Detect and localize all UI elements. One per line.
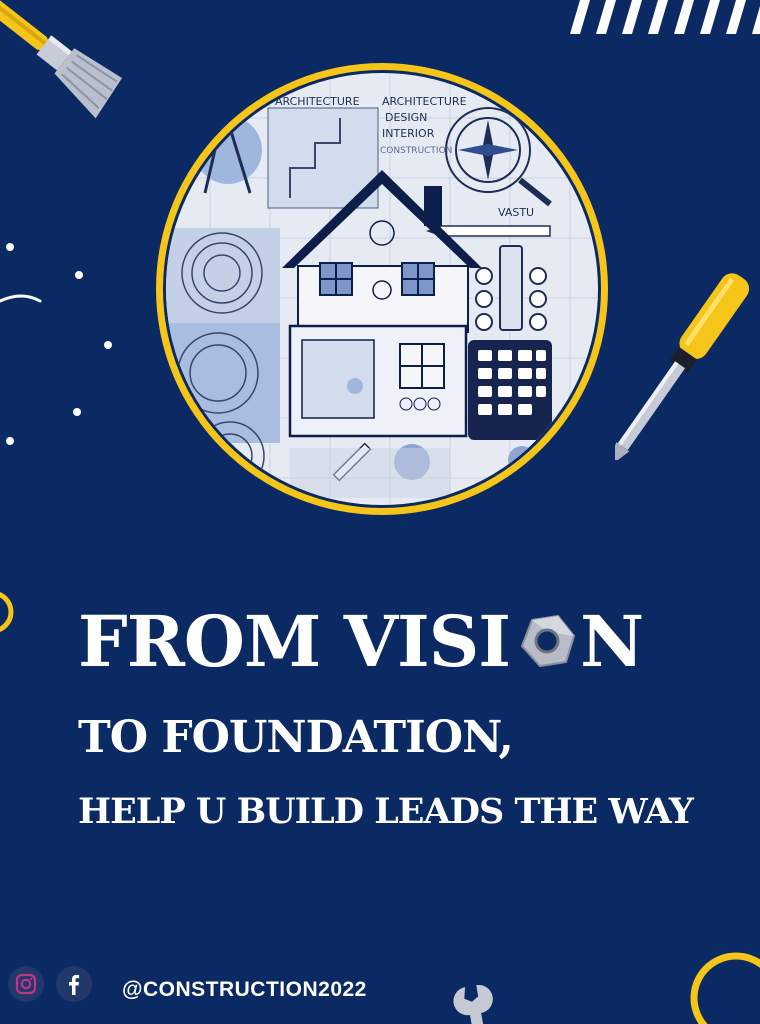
headline-line-1: FROM VISI N (78, 600, 644, 683)
decorative-arc (0, 294, 42, 303)
headline-line-2: TO FOUNDATION, (78, 712, 514, 763)
label-vastu: VASTU (498, 206, 534, 219)
decorative-dot (6, 437, 14, 445)
social-handle: @CONSTRUCTION2022 (122, 978, 367, 1001)
decorative-dot (104, 341, 112, 349)
headline-line-3: HELP U BUILD LEADS THE WAY (78, 791, 694, 832)
wrench-icon (453, 985, 493, 1024)
decorative-ring (0, 592, 14, 632)
label-interior: INTERIOR (382, 127, 435, 140)
instagram-icon (15, 973, 37, 995)
decorative-dot (6, 243, 14, 251)
facebook-button[interactable] (56, 966, 92, 1002)
decorative-dot (73, 408, 81, 416)
poster: ARCHITECTURE ARCHITECTURE DESIGN INTERIO… (0, 0, 760, 1024)
label-construction: CONSTRUCTION (380, 146, 452, 156)
screwdriver-icon (615, 273, 750, 460)
decorative-stripes (570, 0, 760, 34)
headline-line-1-start: FROM VISI (78, 600, 511, 683)
decorative-dot (75, 271, 83, 279)
hex-nut-icon (510, 606, 580, 676)
blueprint-illustration: ARCHITECTURE ARCHITECTURE DESIGN INTERIO… (156, 63, 608, 515)
label-architecture-right: ARCHITECTURE (382, 95, 467, 108)
label-architecture-left: ARCHITECTURE (275, 95, 360, 108)
decorative-ring (690, 952, 760, 1024)
headline-line-1-end: N (580, 600, 644, 683)
label-design: DESIGN (385, 111, 427, 124)
facebook-icon (69, 974, 80, 995)
paintbrush-icon (0, 0, 123, 119)
instagram-button[interactable] (8, 966, 44, 1002)
